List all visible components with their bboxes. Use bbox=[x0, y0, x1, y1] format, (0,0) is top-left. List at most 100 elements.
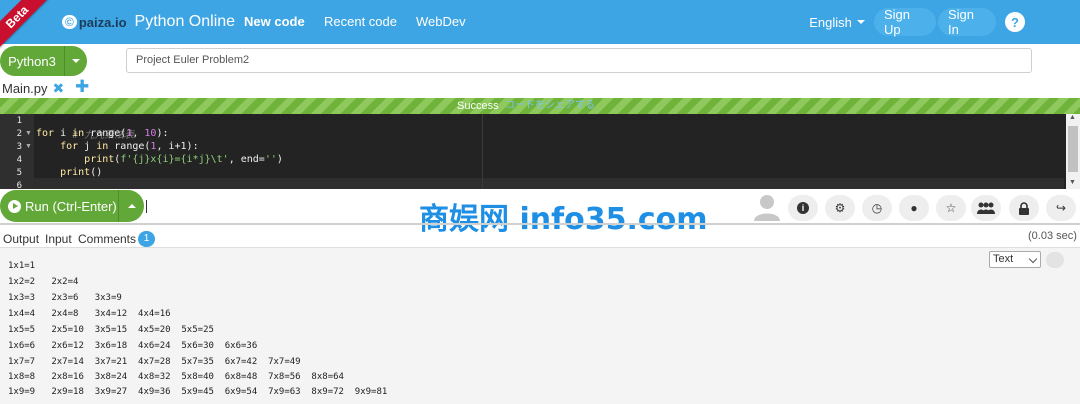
line-number: 1 bbox=[16, 116, 22, 126]
history-icon: ◷ bbox=[871, 201, 883, 215]
output-format-select[interactable]: Text bbox=[989, 251, 1041, 268]
nav-webdev[interactable]: WebDev bbox=[416, 14, 466, 29]
fold-arrow-icon[interactable]: ▼ bbox=[25, 130, 32, 137]
privacy-button[interactable] bbox=[1009, 195, 1039, 221]
scrollbar-thumb[interactable] bbox=[1068, 126, 1078, 172]
run-button[interactable]: Run (Ctrl-Enter) bbox=[0, 190, 144, 222]
line-number: 2 bbox=[16, 129, 22, 139]
code-text: , end= bbox=[228, 154, 265, 165]
line-number: 4 bbox=[16, 155, 22, 165]
text-cursor bbox=[146, 200, 147, 213]
output-options-icon[interactable] bbox=[1046, 252, 1064, 268]
code-line: for j in range(1, i+1): bbox=[36, 141, 199, 152]
print-margin bbox=[482, 114, 483, 189]
comments-count-badge: 1 bbox=[138, 231, 155, 247]
chevron-down-icon bbox=[856, 20, 865, 24]
beta-ribbon: Beta bbox=[0, 0, 49, 49]
code-text: ): bbox=[156, 128, 169, 139]
tab-comments[interactable]: Comments bbox=[78, 232, 136, 246]
output-line: 1x2=2 2x2=4 bbox=[8, 277, 79, 287]
code-keyword: for bbox=[36, 128, 55, 139]
file-tab-main[interactable]: Main.py ✖ bbox=[2, 80, 64, 97]
language-caret[interactable] bbox=[64, 46, 87, 76]
language-select-label: Python3 bbox=[8, 53, 56, 69]
lock-icon bbox=[1019, 201, 1029, 215]
chevron-down-icon bbox=[72, 59, 80, 63]
history-button[interactable]: ◷ bbox=[862, 195, 892, 221]
code-text: , bbox=[132, 128, 145, 139]
info-icon: i bbox=[797, 202, 809, 214]
scroll-down-icon[interactable]: ▼ bbox=[1069, 179, 1076, 186]
code-editor[interactable]: 1 2 ▼ 3 ▼ 4 5 6 # 九九乘法表 for i in range(1… bbox=[0, 114, 1080, 189]
fold-arrow-icon[interactable]: ▼ bbox=[25, 143, 32, 150]
run-options-caret[interactable] bbox=[118, 190, 144, 222]
code-keyword: in bbox=[96, 141, 109, 152]
current-line-highlight bbox=[34, 178, 1064, 189]
code-text: ) bbox=[276, 154, 283, 165]
watermark: 商娱网 info35.com bbox=[419, 202, 708, 237]
add-file-icon[interactable]: ✚ bbox=[75, 77, 89, 97]
language-select-button[interactable]: Python3 bbox=[0, 46, 87, 76]
nav-recent-code[interactable]: Recent code bbox=[324, 14, 397, 29]
line-number: 5 bbox=[16, 168, 22, 178]
code-keyword: in bbox=[72, 128, 85, 139]
output-format-value: Text bbox=[993, 253, 1014, 265]
favorite-button[interactable]: ☆ bbox=[936, 195, 966, 221]
code-line: for i in range(1, 10): bbox=[36, 128, 169, 139]
code-number: 10 bbox=[144, 128, 157, 139]
output-line: 1x7=7 2x7=14 3x7=21 4x7=28 5x7=35 6x7=42… bbox=[8, 357, 301, 367]
share-icon: ↪ bbox=[1055, 201, 1067, 215]
output-line: 1x5=5 2x5=10 3x5=15 4x5=20 5x5=25 bbox=[8, 325, 214, 335]
close-icon[interactable]: ✖ bbox=[53, 80, 65, 97]
help-icon[interactable]: ? bbox=[1005, 12, 1025, 32]
share-button[interactable]: ↪ bbox=[1046, 195, 1076, 221]
chevron-down-icon bbox=[1028, 254, 1038, 264]
paiza-logo-icon: © bbox=[62, 15, 77, 29]
site-title: Python Online bbox=[134, 13, 236, 30]
code-text: j bbox=[78, 141, 97, 152]
line-number: 6 bbox=[16, 181, 22, 189]
sign-up-button[interactable]: Sign Up bbox=[874, 7, 936, 37]
users-icon bbox=[977, 202, 995, 214]
status-bar: Success コードをシェアする bbox=[0, 98, 1080, 114]
user-avatar-icon[interactable] bbox=[752, 193, 782, 221]
github-button[interactable]: ● bbox=[899, 195, 929, 221]
output-line: 1x8=8 2x8=16 3x8=24 4x8=32 5x8=40 6x8=48… bbox=[8, 372, 344, 382]
output-panel: Text 1x1=1 1x2=2 2x2=4 1x3=3 2x3=6 3x3=9… bbox=[0, 247, 1080, 404]
code-string: '' bbox=[264, 154, 277, 165]
panel-divider[interactable] bbox=[0, 223, 1080, 225]
collaborate-button[interactable] bbox=[971, 195, 1001, 221]
project-title-input[interactable]: Project Euler Problem2 bbox=[126, 48, 1032, 73]
code-line: print() bbox=[36, 167, 102, 178]
code-text: i bbox=[54, 128, 73, 139]
play-icon bbox=[8, 199, 21, 213]
settings-button[interactable]: ⚙ bbox=[825, 195, 855, 221]
code-builtin: print bbox=[60, 167, 91, 178]
code-string: f'{j}x{i}={i*j}\t' bbox=[120, 154, 229, 165]
language-label: English bbox=[809, 14, 852, 30]
page: Beta © paiza.io Python Online New code R… bbox=[0, 0, 1080, 404]
nav-new-code[interactable]: New code bbox=[244, 14, 305, 29]
editor-scrollbar[interactable]: ▲ ▼ bbox=[1066, 114, 1080, 189]
elapsed-time: (0.03 sec) bbox=[1028, 230, 1077, 242]
chevron-up-icon bbox=[127, 204, 136, 208]
code-text: range( bbox=[108, 141, 151, 152]
code-keyword: for bbox=[60, 141, 79, 152]
info-button[interactable]: i bbox=[788, 195, 818, 221]
output-line: 1x4=4 2x4=8 3x4=12 4x4=16 bbox=[8, 309, 171, 319]
tab-output[interactable]: Output bbox=[3, 232, 39, 246]
output-line: 1x1=1 bbox=[8, 261, 36, 271]
logo-text: paiza.io bbox=[78, 14, 127, 30]
run-main[interactable]: Run (Ctrl-Enter) bbox=[0, 199, 118, 214]
file-tab-label: Main.py bbox=[2, 81, 48, 96]
share-code-link[interactable]: コードをシェアする bbox=[505, 98, 595, 114]
tab-input[interactable]: Input bbox=[45, 232, 72, 246]
gear-icon: ⚙ bbox=[834, 201, 846, 215]
brand[interactable]: © paiza.io Python Online bbox=[62, 11, 235, 33]
language-dropdown[interactable]: English bbox=[809, 8, 865, 36]
output-line: 1x6=6 2x6=12 3x6=18 4x6=24 5x6=30 6x6=36 bbox=[8, 341, 258, 351]
scroll-up-icon[interactable]: ▲ bbox=[1069, 114, 1076, 121]
sign-in-button[interactable]: Sign In bbox=[938, 7, 996, 37]
